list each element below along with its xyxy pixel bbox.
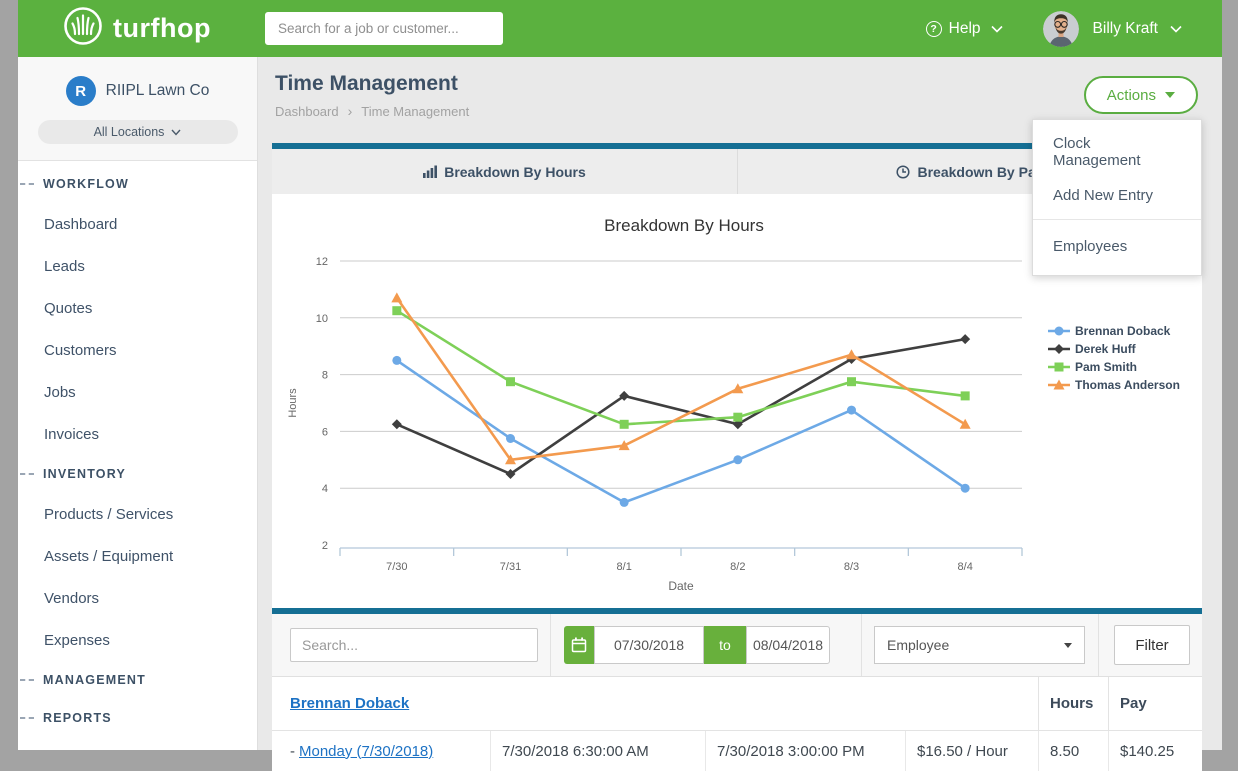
top-header: turfhop ? Help xyxy=(18,0,1222,57)
caret-down-icon xyxy=(1064,643,1072,648)
breadcrumb-separator: › xyxy=(348,103,353,119)
svg-text:4: 4 xyxy=(322,483,328,495)
sidebar-item-expenses[interactable]: Expenses xyxy=(18,619,257,661)
app-window: turfhop ? Help xyxy=(18,0,1222,750)
dashes-icon xyxy=(20,679,34,681)
brand-logo[interactable]: turfhop xyxy=(62,5,211,52)
help-menu[interactable]: ? Help xyxy=(926,20,1003,38)
employee-group-link[interactable]: Brennan Doback xyxy=(290,695,409,712)
svg-text:Derek Huff: Derek Huff xyxy=(1075,342,1137,356)
locations-selector[interactable]: All Locations xyxy=(38,120,238,144)
dashes-icon xyxy=(20,717,34,719)
svg-text:12: 12 xyxy=(316,256,328,268)
help-label: Help xyxy=(949,20,981,38)
page-title: Time Management xyxy=(272,72,1202,96)
employee-select[interactable]: Employee xyxy=(874,626,1085,664)
chevron-down-icon xyxy=(991,25,1003,33)
sidebar-item-assets-equipment[interactable]: Assets / Equipment xyxy=(18,535,257,577)
brand-name: turfhop xyxy=(113,13,211,44)
question-circle-icon: ? xyxy=(926,21,942,37)
pay-cell: $140.25 xyxy=(1108,731,1202,771)
divider xyxy=(550,614,551,676)
sidebar-item-jobs[interactable]: Jobs xyxy=(18,371,257,413)
date-range-to-label: to xyxy=(704,626,746,664)
table-search-input[interactable] xyxy=(290,628,538,662)
tab-breakdown-by-hours[interactable]: Breakdown By Hours xyxy=(272,149,737,194)
breadcrumb-current: Time Management xyxy=(361,104,469,119)
sidebar-item-products-services[interactable]: Products / Services xyxy=(18,493,257,535)
company-avatar: R xyxy=(66,76,96,106)
breadcrumb: Dashboard › Time Management xyxy=(272,103,1202,119)
table-header-row: Brennan Doback Hours Pay xyxy=(272,677,1202,731)
divider xyxy=(861,614,862,676)
sidebar-item-dashboard[interactable]: Dashboard xyxy=(18,203,257,245)
clock-icon xyxy=(896,165,910,179)
time-entries-table: Brennan Doback Hours Pay - Monday (7/30/… xyxy=(272,676,1202,771)
filter-button[interactable]: Filter xyxy=(1114,625,1190,665)
sidebar-item-leads[interactable]: Leads xyxy=(18,245,257,287)
svg-text:6: 6 xyxy=(322,426,328,438)
chevron-down-icon xyxy=(171,129,181,136)
breadcrumb-dashboard[interactable]: Dashboard xyxy=(275,104,339,119)
svg-text:Date: Date xyxy=(668,579,694,593)
day-link[interactable]: Monday (7/30/2018) xyxy=(299,743,433,760)
company-box: R RIIPL Lawn Co All Locations xyxy=(18,57,257,161)
table-row: - Monday (7/30/2018) 7/30/2018 6:30:00 A… xyxy=(272,731,1202,771)
svg-text:8/3: 8/3 xyxy=(844,561,859,573)
date-from-input[interactable] xyxy=(594,626,704,664)
menu-item-add-new-entry[interactable]: Add New Entry xyxy=(1033,178,1201,213)
nav-section-management[interactable]: MANAGEMENT xyxy=(18,661,257,699)
svg-text:8/4: 8/4 xyxy=(958,561,973,573)
global-search-input[interactable] xyxy=(265,12,503,45)
calendar-button[interactable] xyxy=(564,626,594,664)
svg-text:10: 10 xyxy=(316,313,328,325)
day-prefix: - xyxy=(290,743,295,760)
user-avatar[interactable] xyxy=(1043,11,1079,47)
menu-item-clock-management[interactable]: Clock Management xyxy=(1033,126,1201,178)
actions-button[interactable]: Actions xyxy=(1084,76,1198,114)
main-content: Time Management Dashboard › Time Managem… xyxy=(258,57,1222,750)
bar-chart-icon xyxy=(423,165,437,178)
dashes-icon xyxy=(20,473,34,475)
calendar-icon xyxy=(571,637,587,653)
sidebar-item-quotes[interactable]: Quotes xyxy=(18,287,257,329)
filter-bar: to Employee Filter xyxy=(272,614,1202,676)
menu-item-employees[interactable]: Employees xyxy=(1033,226,1201,269)
caret-down-icon xyxy=(1165,92,1175,98)
divider xyxy=(1098,614,1099,676)
svg-text:8: 8 xyxy=(322,370,328,382)
svg-text:8/2: 8/2 xyxy=(730,561,745,573)
grass-logo-icon xyxy=(62,5,104,52)
column-header-pay: Pay xyxy=(1108,677,1202,730)
sidebar: R RIIPL Lawn Co All Locations WORKFLOW D… xyxy=(18,57,258,750)
dashes-icon xyxy=(20,183,34,185)
sidebar-item-customers[interactable]: Customers xyxy=(18,329,257,371)
svg-text:Brennan Doback: Brennan Doback xyxy=(1075,324,1171,338)
svg-text:8/1: 8/1 xyxy=(617,561,632,573)
menu-divider xyxy=(1033,219,1201,220)
svg-text:7/31: 7/31 xyxy=(500,561,521,573)
svg-text:Breakdown By Hours: Breakdown By Hours xyxy=(604,216,764,235)
sidebar-item-invoices[interactable]: Invoices xyxy=(18,413,257,455)
nav-section-inventory: INVENTORY xyxy=(18,455,257,493)
clock-out-cell: 7/30/2018 3:00:00 PM xyxy=(705,731,905,771)
nav-section-reports[interactable]: REPORTS xyxy=(18,699,257,737)
svg-text:7/30: 7/30 xyxy=(386,561,407,573)
column-header-hours: Hours xyxy=(1038,677,1108,730)
date-to-input[interactable] xyxy=(746,626,830,664)
sidebar-item-vendors[interactable]: Vendors xyxy=(18,577,257,619)
rate-cell: $16.50 / Hour xyxy=(905,731,1038,771)
svg-text:Thomas Anderson: Thomas Anderson xyxy=(1075,378,1180,392)
svg-text:2: 2 xyxy=(322,540,328,552)
company-name: RIIPL Lawn Co xyxy=(106,82,210,100)
actions-dropdown-menu: Clock Management Add New Entry Employees xyxy=(1032,119,1202,276)
nav-section-workflow: WORKFLOW xyxy=(18,165,257,203)
chevron-down-icon[interactable] xyxy=(1170,25,1182,33)
user-name: Billy Kraft xyxy=(1093,20,1158,38)
hours-cell: 8.50 xyxy=(1038,731,1108,771)
svg-text:Pam Smith: Pam Smith xyxy=(1075,360,1137,374)
svg-text:Hours: Hours xyxy=(287,388,299,418)
clock-in-cell: 7/30/2018 6:30:00 AM xyxy=(490,731,705,771)
